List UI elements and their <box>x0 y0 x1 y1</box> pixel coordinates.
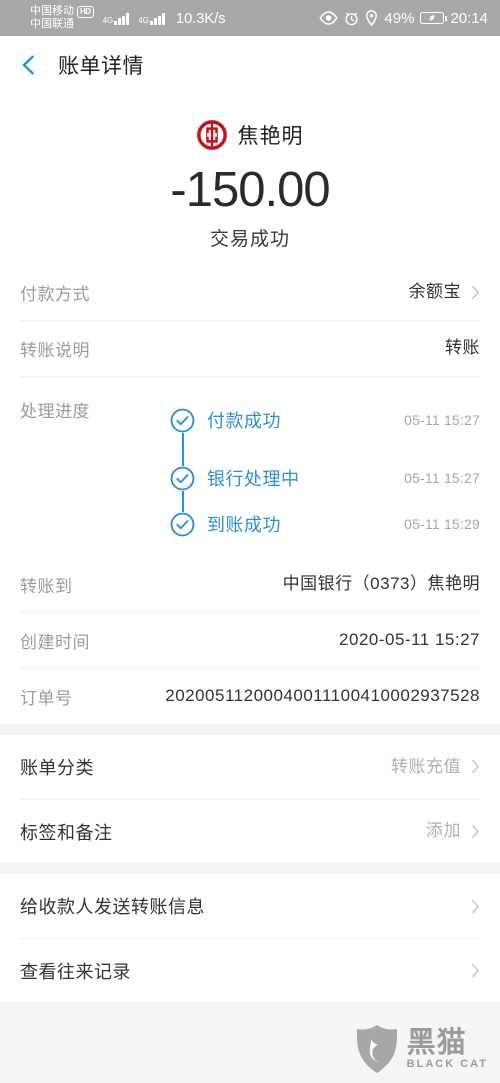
order-no-value: 20200511200040011100410002937528 <box>165 686 480 705</box>
transfer-to-value: 中国银行（0373）焦艳明 <box>282 574 480 593</box>
carrier-secondary-label: 中国联通 <box>30 18 74 30</box>
network-gen-2-label: 4G <box>138 15 149 25</box>
chevron-right-icon <box>472 963 479 978</box>
carrier-labels: 中国移动 HD 中国联通 <box>30 5 94 31</box>
chevron-right-icon <box>472 899 479 913</box>
status-bar-left: 中国移动 HD 中国联通 4G 4G 10.3K/s <box>30 5 226 31</box>
check-circle-icon <box>170 407 195 433</box>
phone-screen: 中国移动 HD 中国联通 4G 4G 10.3K/s 49% 20:14 账单详… <box>0 0 500 1083</box>
category-section: 账单分类 转账充值 标签和备注 添加 <box>0 735 500 863</box>
payment-method-label: 付款方式 <box>20 285 90 304</box>
network-gen-1-label: 4G <box>102 15 114 25</box>
row-bill-category[interactable]: 账单分类 转账充值 <box>20 735 480 799</box>
transfer-note-value: 转账 <box>445 338 480 357</box>
view-records-label: 查看往来记录 <box>20 961 131 982</box>
chevron-right-icon <box>472 760 479 774</box>
transaction-amount: -150.00 <box>170 163 330 217</box>
alarm-clock-icon <box>345 12 358 25</box>
clock-label: 20:14 <box>450 9 488 27</box>
row-create-time: 创建时间 2020-05-11 15:27 <box>20 612 480 668</box>
signal-group-1: 4G <box>103 12 130 25</box>
row-transfer-to: 转账到 中国银行（0373）焦艳明 <box>20 557 480 612</box>
tags-and-notes-value: 添加 <box>426 821 461 841</box>
create-time-value: 2020-05-11 15:27 <box>339 630 480 649</box>
app-bar: 账单详情 焦艳明 -150.00 交易成功 付款方式 余额宝 转账说明 转账 处… <box>0 36 500 724</box>
hd-badge: HD <box>77 5 94 18</box>
timeline-step-time: 05-11 15:27 <box>404 412 480 428</box>
row-transfer-note: 转账说明 转账 <box>20 320 480 376</box>
transaction-status: 交易成功 <box>209 229 290 250</box>
section-divider <box>0 724 500 735</box>
row-order-no[interactable]: 订单号 20200511200040011100410002937528 <box>20 668 480 724</box>
bank-of-china-logo <box>196 120 227 150</box>
timeline-step-text: 到账成功 <box>207 515 281 535</box>
timeline-step-time: 05-11 15:27 <box>404 470 480 486</box>
payee-name: 焦艳明 <box>237 125 304 148</box>
row-progress: 处理进度 付款成功 05-11 15:27 银行处理中 05-11 15:27 … <box>20 376 480 557</box>
black-cat-shield-logo <box>356 1025 397 1073</box>
eye-icon <box>319 11 339 25</box>
location-pin-icon <box>366 10 378 26</box>
watermark-cn-label: 黑猫 <box>406 1026 467 1059</box>
timeline-step: 银行处理中 05-11 15:27 <box>170 449 480 507</box>
chevron-left-icon[interactable] <box>18 54 40 76</box>
send-transfer-info-label: 给收款人发送转账信息 <box>20 897 205 917</box>
transfer-to-label: 转账到 <box>20 577 73 596</box>
timeline-step-text: 银行处理中 <box>207 469 300 489</box>
page-title: 账单详情 <box>58 55 144 78</box>
carrier-primary-label: 中国移动 <box>30 5 74 17</box>
transaction-summary: 焦艳明 -150.00 交易成功 <box>0 94 500 265</box>
section-divider <box>0 863 500 874</box>
detail-rows: 付款方式 余额宝 转账说明 转账 处理进度 付款成功 05-11 15:27 银… <box>0 265 500 724</box>
tags-and-notes-label: 标签和备注 <box>20 822 113 843</box>
row-tags-and-notes[interactable]: 标签和备注 添加 <box>20 799 480 863</box>
check-circle-icon <box>170 465 195 491</box>
create-time-label: 创建时间 <box>20 633 90 652</box>
status-bar-right: 49% 20:14 <box>319 10 488 27</box>
bill-category-value: 转账充值 <box>391 756 461 776</box>
order-no-label: 订单号 <box>20 689 73 708</box>
chevron-right-icon <box>472 824 479 839</box>
status-bar: 中国移动 HD 中国联通 4G 4G 10.3K/s 49% 20:14 <box>0 0 500 36</box>
progress-label: 处理进度 <box>20 402 90 421</box>
signal-bars-icon-1 <box>114 12 130 25</box>
timeline-step: 付款成功 05-11 15:27 <box>170 391 480 449</box>
actions-section: 给收款人发送转账信息 查看往来记录 <box>0 874 500 1002</box>
signal-bars-icon-2 <box>149 12 165 25</box>
progress-timeline: 付款成功 05-11 15:27 银行处理中 05-11 15:27 到账成功 … <box>170 391 480 541</box>
timeline-step-time: 05-11 15:29 <box>404 516 480 532</box>
battery-charging-icon <box>420 12 448 24</box>
bill-category-label: 账单分类 <box>20 758 94 778</box>
check-circle-icon <box>170 511 195 537</box>
network-speed-label: 10.3K/s <box>175 9 226 27</box>
signal-group-2: 4G <box>138 12 165 25</box>
chevron-right-icon <box>472 285 479 299</box>
timeline-step: 到账成功 05-11 15:29 <box>170 507 480 541</box>
battery-percent-label: 49% <box>384 9 415 27</box>
payment-method-value: 余额宝 <box>408 282 461 301</box>
row-view-records[interactable]: 查看往来记录 <box>20 938 480 1002</box>
timeline-step-text: 付款成功 <box>207 411 281 431</box>
row-send-transfer-info[interactable]: 给收款人发送转账信息 <box>20 874 480 938</box>
transfer-note-label: 转账说明 <box>20 341 90 360</box>
watermark: 黑猫 BLACK CAT <box>354 1023 488 1075</box>
watermark-en-label: BLACK CAT <box>406 1057 488 1070</box>
row-payment-method[interactable]: 付款方式 余额宝 <box>20 265 480 320</box>
